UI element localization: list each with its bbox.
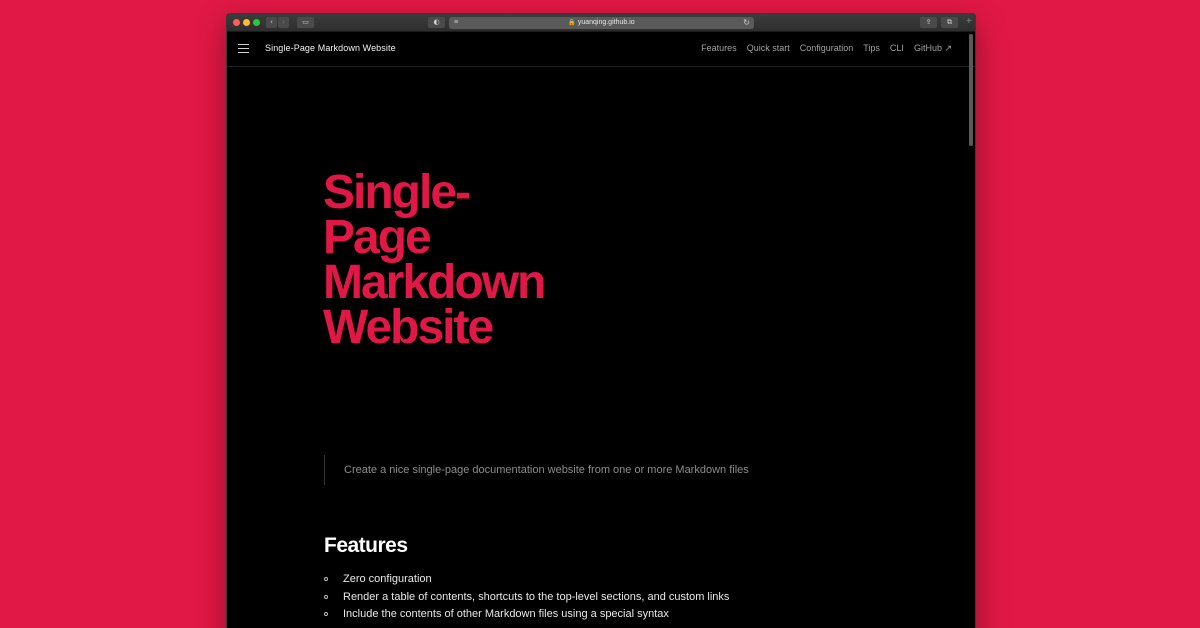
forward-arrow-icon[interactable]: › <box>278 17 289 28</box>
hero-line: Page <box>323 211 432 264</box>
browser-window: ‹ › ▭ ◐ ≡ 🔒 yuanqing.github.io ↻ ⇪ ⧉ + Si… <box>226 13 976 628</box>
tab-overview-icon[interactable]: ⧉ <box>941 17 958 28</box>
reload-icon[interactable]: ↻ <box>743 17 750 29</box>
nav-link-tips[interactable]: Tips <box>863 43 880 54</box>
list-item: Zero configuration <box>324 571 729 589</box>
hero-title: Single- Page Markdown Website <box>323 166 643 354</box>
close-window-button[interactable] <box>233 19 240 26</box>
features-list: Zero configuration Render a table of con… <box>324 571 729 624</box>
privacy-shield-icon[interactable]: ◐ <box>428 17 445 28</box>
features-heading: Features <box>324 534 408 557</box>
list-item-text: Zero configuration <box>343 573 432 585</box>
nav-link-quick-start[interactable]: Quick start <box>747 43 790 54</box>
minimize-window-button[interactable] <box>243 19 250 26</box>
bullet-icon <box>324 594 328 599</box>
back-arrow-icon[interactable]: ‹ <box>266 17 277 28</box>
bullet-icon <box>324 612 328 616</box>
nav-link-cli[interactable]: CLI <box>890 43 904 54</box>
new-tab-icon[interactable]: + <box>966 16 972 27</box>
hero-line: Website <box>323 301 494 354</box>
site-title[interactable]: Single-Page Markdown Website <box>265 43 396 53</box>
lock-icon: 🔒 <box>568 20 576 26</box>
url-text: yuanqing.github.io <box>577 19 635 26</box>
menu-icon[interactable] <box>238 44 249 53</box>
zoom-window-button[interactable] <box>253 19 260 26</box>
nav-link-features[interactable]: Features <box>701 43 737 54</box>
bullet-icon <box>324 577 328 581</box>
list-item: Include the contents of other Markdown f… <box>324 606 729 624</box>
reader-mode-icon[interactable]: ≡ <box>454 17 458 29</box>
sidebar-toggle-icon[interactable]: ▭ <box>297 17 314 28</box>
list-item-text: Render a table of contents, shortcuts to… <box>343 590 730 603</box>
list-item-text: Include the contents of other Markdown f… <box>343 608 669 620</box>
nav-links: Features Quick start Configuration Tips … <box>701 43 952 54</box>
share-icon[interactable]: ⇪ <box>920 17 937 28</box>
nav-link-configuration[interactable]: Configuration <box>800 43 854 54</box>
address-bar[interactable]: ≡ 🔒 yuanqing.github.io ↻ <box>449 17 754 29</box>
hero-line: Markdown <box>323 256 546 309</box>
page-content: Single-Page Markdown Website Features Qu… <box>227 32 975 628</box>
nav-link-github[interactable]: GitHub ↗ <box>914 43 952 54</box>
browser-titlebar: ‹ › ▭ ◐ ≡ 🔒 yuanqing.github.io ↻ ⇪ ⧉ + <box>227 14 975 32</box>
scrollbar[interactable] <box>969 34 973 146</box>
top-nav: Single-Page Markdown Website Features Qu… <box>227 32 975 67</box>
hero-line: Single- <box>323 166 471 219</box>
list-item: Render a table of contents, shortcuts to… <box>324 589 729 607</box>
subtitle-blockquote: Create a nice single-page documentation … <box>324 455 749 485</box>
